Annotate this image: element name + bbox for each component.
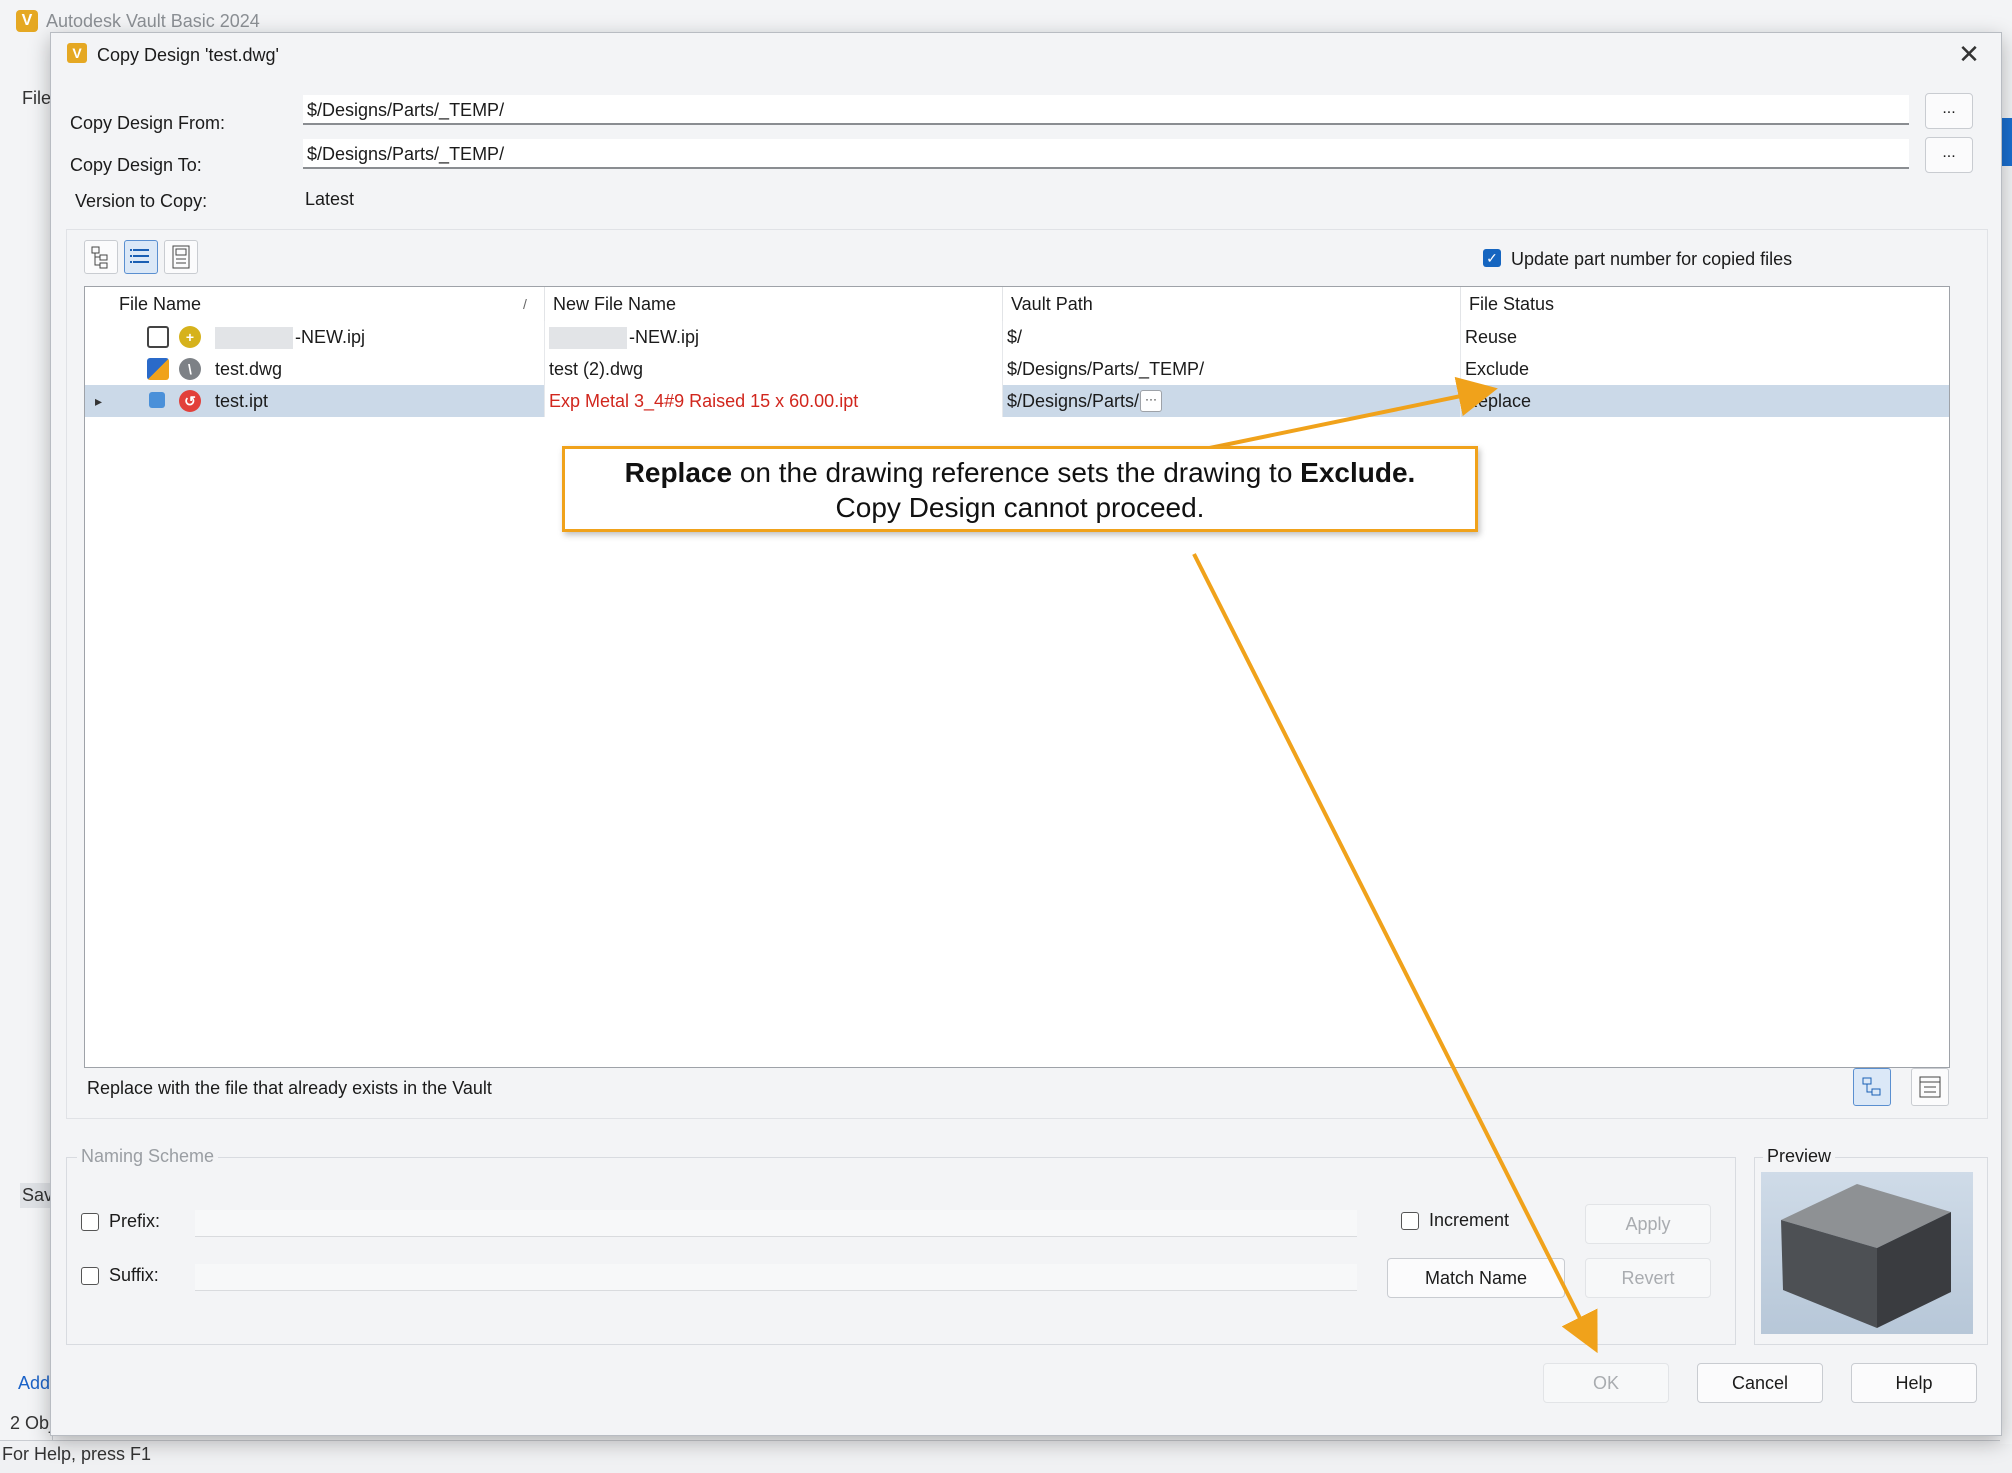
callout-bold-replace: Replace <box>624 457 733 488</box>
column-header-label: File Name <box>119 294 202 314</box>
app-title: Autodesk Vault Basic 2024 <box>46 11 260 31</box>
detail-view-icon <box>172 245 190 269</box>
column-header-file-name[interactable]: File Name / <box>85 287 545 321</box>
list-view-icon <box>130 249 149 263</box>
prefix-label: Prefix: <box>109 1211 161 1231</box>
match-name-button[interactable]: Match Name <box>1387 1258 1565 1298</box>
app-left-panel <box>0 44 53 1444</box>
dialog-title: Copy Design 'test.dwg' <box>97 45 279 65</box>
object-count: 2 Obj <box>10 1413 54 1433</box>
new-file-name-cell[interactable]: Exp Metal 3_4#9 Raised 15 x 60.00.ipt <box>545 385 1003 417</box>
file-name-text: -NEW.ipj <box>295 327 366 347</box>
file-status-cell[interactable]: Replace <box>1461 385 1949 417</box>
cancel-button[interactable]: Cancel <box>1697 1363 1823 1403</box>
file-grid-panel: ✓ Update part number for copied files Fi… <box>66 229 1988 1119</box>
revert-button[interactable]: Revert <box>1585 1258 1711 1298</box>
callout-line-1: Replace on the drawing reference sets th… <box>565 455 1475 490</box>
exclude-icon: \ <box>179 358 201 380</box>
tree-view-icon <box>91 246 108 269</box>
dependency-view-button[interactable] <box>1853 1068 1891 1106</box>
file-status-cell[interactable]: Reuse <box>1461 321 1949 353</box>
preview-label: Preview <box>1763 1146 1836 1167</box>
status-description: Replace with the file that already exist… <box>87 1078 492 1098</box>
vault-path-cell: $/Designs/Parts/ <box>1003 385 1461 417</box>
update-part-number-label: Update part number for copied files <box>1511 249 1793 269</box>
redacted-block <box>215 327 293 350</box>
annotation-callout: Replace on the drawing reference sets th… <box>562 446 1478 532</box>
file-name-cell: test.ipt <box>211 385 545 417</box>
preview-image <box>1761 1172 1973 1334</box>
increment-checkbox[interactable] <box>1401 1212 1419 1230</box>
update-part-number-checkbox[interactable]: ✓ <box>1483 249 1501 267</box>
new-file-name-text: -NEW.ipj <box>629 327 700 347</box>
suffix-checkbox[interactable] <box>81 1267 99 1285</box>
copy-from-field[interactable]: $/Designs/Parts/_TEMP/ <box>303 95 1909 125</box>
copy-to-label: Copy Design To: <box>70 155 202 175</box>
callout-mid-text: on the drawing reference sets the drawin… <box>732 457 1301 488</box>
sort-indicator-icon: / <box>523 296 527 312</box>
dwg-drawing-icon <box>147 358 169 380</box>
file-status-cell[interactable]: Exclude <box>1461 353 1949 385</box>
version-value: Latest <box>305 189 355 209</box>
column-header-vault-path[interactable]: Vault Path <box>1003 287 1461 321</box>
suffix-input[interactable] <box>195 1264 1357 1291</box>
vault-logo-icon: V <box>67 43 87 63</box>
file-menu-tab[interactable]: File <box>22 88 51 109</box>
properties-icon <box>1919 1076 1941 1098</box>
new-file-name-cell[interactable]: -NEW.ipj <box>545 321 1003 353</box>
table-row-selected[interactable]: ▸ ↺ test.ipt Exp Metal 3_4#9 Raised 15 x… <box>85 385 1949 417</box>
prefix-checkbox[interactable] <box>81 1213 99 1231</box>
callout-bold-exclude: Exclude. <box>1300 457 1416 488</box>
increment-label: Increment <box>1429 1210 1510 1230</box>
file-grid: File Name / New File Name Vault Path Fil… <box>84 286 1950 1068</box>
close-icon[interactable]: ✕ <box>1951 39 1987 69</box>
expand-row-icon[interactable]: ▸ <box>95 385 102 417</box>
file-name-cell: test.dwg <box>211 353 545 385</box>
ipj-project-icon <box>147 326 169 348</box>
cube-preview-icon <box>1781 1184 1951 1328</box>
callout-line-2: Copy Design cannot proceed. <box>835 492 1205 523</box>
table-row[interactable]: + -NEW.ipj -NEW.ipj $/ Reuse <box>85 321 1949 353</box>
column-header-file-status[interactable]: File Status <box>1461 287 1949 321</box>
copy-to-field[interactable]: $/Designs/Parts/_TEMP/ <box>303 139 1909 169</box>
redacted-block <box>549 327 627 350</box>
dependency-icon <box>1862 1077 1881 1096</box>
naming-scheme-group: Naming Scheme Prefix: Suffix: Increment … <box>66 1146 1736 1345</box>
suffix-label: Suffix: <box>109 1265 159 1285</box>
preview-group: Preview <box>1754 1146 1988 1345</box>
column-header-new-file-name[interactable]: New File Name <box>545 287 1003 321</box>
table-row[interactable]: \ test.dwg test (2).dwg $/Designs/Parts/… <box>85 353 1949 385</box>
dialog-titlebar <box>51 33 2001 75</box>
tree-view-button[interactable] <box>84 240 118 274</box>
apply-button[interactable]: Apply <box>1585 1204 1711 1244</box>
list-view-button[interactable] <box>124 240 158 274</box>
properties-view-button[interactable] <box>1911 1068 1949 1106</box>
vault-logo-icon: V <box>16 10 38 32</box>
copy-to-browse-button[interactable]: ... <box>1925 137 1973 173</box>
copy-from-browse-button[interactable]: ... <box>1925 93 1973 129</box>
ok-button[interactable]: OK <box>1543 1363 1669 1403</box>
ipt-part-icon <box>149 392 165 408</box>
detail-view-button[interactable] <box>164 240 198 274</box>
copy-design-dialog: V Copy Design 'test.dwg' ✕ Copy Design F… <box>50 32 2002 1436</box>
new-file-name-cell[interactable]: test (2).dwg <box>545 353 1003 385</box>
status-text: For Help, press F1 <box>2 1444 152 1464</box>
file-name-cell: -NEW.ipj <box>211 321 545 353</box>
reuse-plus-icon: + <box>179 326 201 348</box>
status-bar <box>0 1440 2012 1473</box>
copy-from-label: Copy Design From: <box>70 113 226 133</box>
prefix-input[interactable] <box>195 1210 1357 1237</box>
help-button[interactable]: Help <box>1851 1363 1977 1403</box>
replace-icon: ↺ <box>179 390 201 412</box>
version-label: Version to Copy: <box>75 191 208 211</box>
vault-path-cell: $/Designs/Parts/_TEMP/ <box>1003 353 1461 385</box>
add-link[interactable]: Add <box>18 1373 50 1394</box>
naming-scheme-label: Naming Scheme <box>77 1146 219 1167</box>
vault-path-cell: $/ <box>1003 321 1461 353</box>
